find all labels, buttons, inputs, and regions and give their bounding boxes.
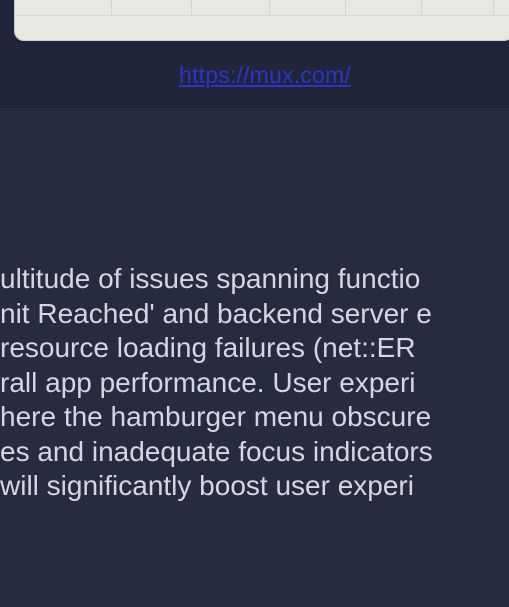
summary-line: es and inadequate focus indicators xyxy=(0,435,433,467)
table-divider xyxy=(421,0,422,15)
page-url-link[interactable]: https://mux.com/ xyxy=(0,62,509,89)
table-divider xyxy=(111,0,112,15)
table-divider xyxy=(345,0,346,15)
table-divider xyxy=(191,0,192,15)
table-divider xyxy=(493,0,494,15)
summary-line: rall app performance. User experi xyxy=(0,366,416,398)
summary-line: resource loading failures (net::ER xyxy=(0,332,416,363)
summary-line: ultitude of issues spanning functio xyxy=(0,263,421,294)
table-divider xyxy=(15,15,509,16)
summary-text: ultitude of issues spanning functio nit … xyxy=(0,262,509,504)
page-screenshot-thumbnail[interactable] xyxy=(14,0,509,41)
summary-line: nit Reached' and backend server e xyxy=(0,297,432,329)
summary-line: here the hamburger menu obscure xyxy=(0,401,432,432)
screenshot-section: https://mux.com/ xyxy=(0,0,509,108)
report-view: https://mux.com/ ultitude of issues span… xyxy=(0,0,509,607)
table-divider xyxy=(269,0,270,15)
summary-line: will significantly boost user experi xyxy=(0,470,414,501)
